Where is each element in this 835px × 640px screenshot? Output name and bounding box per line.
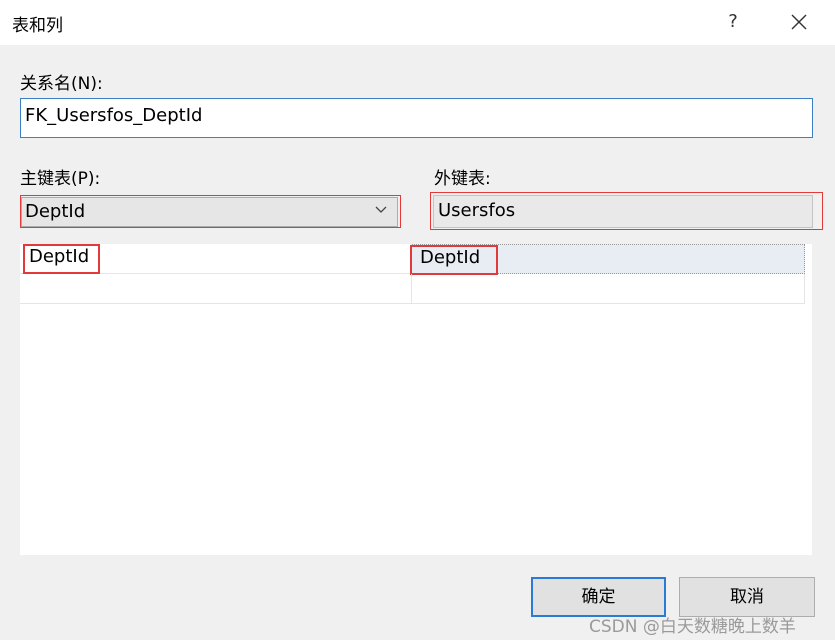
fk-column-cell[interactable] — [412, 274, 805, 304]
fk-column-highlight — [410, 245, 498, 275]
table-row — [20, 274, 805, 304]
primary-table-label: 主键表(P): — [20, 169, 101, 189]
ok-button[interactable]: 确定 — [531, 577, 666, 617]
chevron-down-icon — [375, 206, 387, 213]
cancel-button[interactable]: 取消 — [679, 577, 815, 617]
close-icon — [791, 14, 807, 30]
close-button[interactable] — [782, 6, 816, 38]
pk-column-highlight — [23, 244, 100, 274]
fk-column-cell[interactable]: DeptId — [410, 244, 805, 275]
watermark: CSDN @白天数糖晚上数羊 — [589, 617, 796, 637]
title-bar: 表和列 ? — [0, 0, 835, 45]
primary-table-dropdown[interactable]: DeptId — [21, 197, 398, 227]
relationship-name-label: 关系名(N): — [20, 74, 103, 94]
window-title: 表和列 — [12, 16, 63, 36]
table-row: DeptId DeptId — [20, 244, 805, 275]
relationship-name-input[interactable]: FK_Usersfos_DeptId — [20, 98, 813, 138]
pk-column-cell[interactable]: DeptId — [20, 244, 412, 274]
foreign-table-label: 外键表: — [434, 169, 491, 189]
help-button[interactable]: ? — [718, 6, 748, 38]
column-mapping-grid: DeptId DeptId — [20, 244, 812, 555]
foreign-table-field: Usersfos — [433, 195, 813, 228]
pk-column-cell[interactable] — [20, 274, 412, 304]
primary-table-value: DeptId — [25, 201, 86, 222]
